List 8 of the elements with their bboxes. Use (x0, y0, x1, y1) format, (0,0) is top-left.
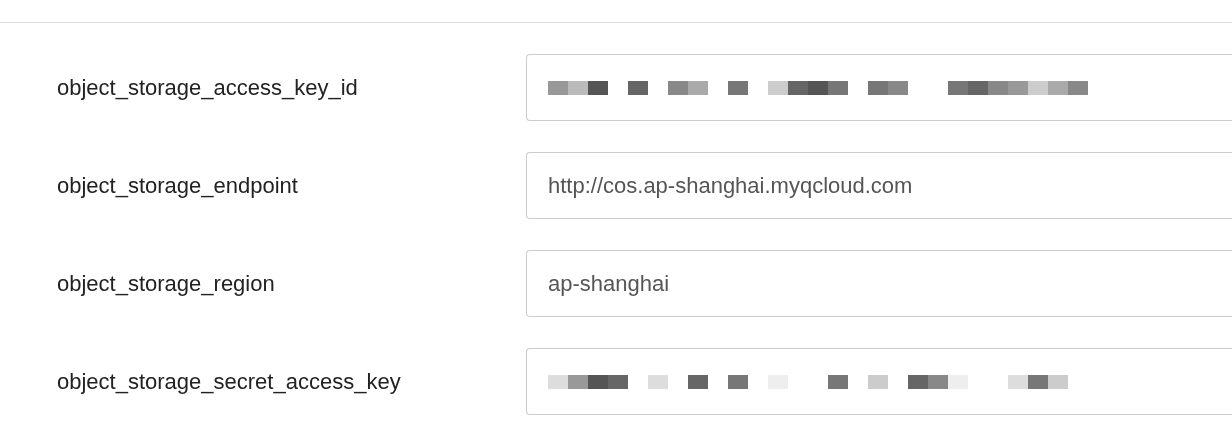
input-field[interactable] (526, 348, 1232, 415)
input-field[interactable] (526, 54, 1232, 121)
input-field[interactable]: ap-shanghai (526, 250, 1232, 317)
field-label: object_storage_endpoint (56, 172, 299, 199)
input-field[interactable]: http://cos.ap-shanghai.myqcloud.com (526, 152, 1232, 219)
field-label: object_storage_secret_access_key (56, 368, 402, 395)
field-label: object_storage_region (56, 270, 276, 297)
field-label: object_storage_access_key_id (56, 74, 359, 101)
